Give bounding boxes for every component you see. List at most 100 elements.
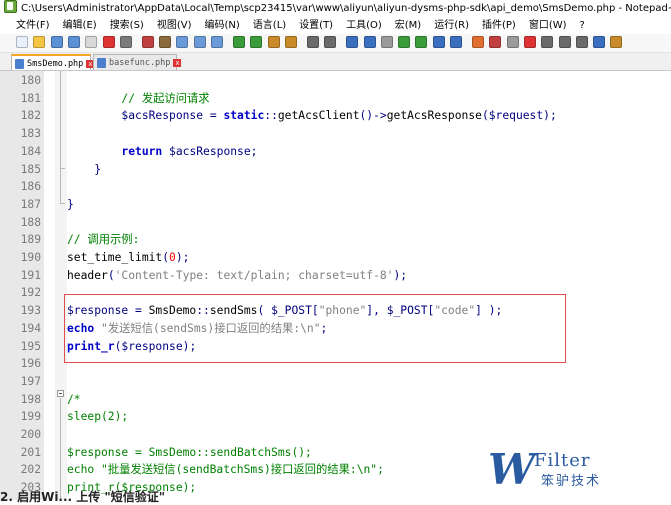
file-icon <box>97 58 106 68</box>
code-token: "code" <box>434 304 476 318</box>
code-token: ( <box>162 251 170 264</box>
menu-item[interactable]: 编辑(E) <box>63 17 97 34</box>
tab-smsdemo[interactable]: SmsDemo.php x <box>11 54 95 70</box>
close-all-icon[interactable] <box>102 36 115 48</box>
line-number: 201 <box>20 445 41 459</box>
line-number: 189 <box>20 233 41 247</box>
line-number: 202 <box>20 463 41 477</box>
code-token: getAcsClient <box>277 109 360 123</box>
tab-label: SmsDemo.php <box>27 59 84 69</box>
new-file-icon[interactable] <box>16 36 28 48</box>
replace-icon[interactable] <box>250 36 263 48</box>
code-token: = <box>128 304 149 318</box>
line-number: 199 <box>20 410 41 424</box>
play-macro-icon[interactable] <box>523 36 536 48</box>
line-number: 196 <box>20 357 41 371</box>
cut-icon[interactable] <box>141 36 154 48</box>
copy-icon[interactable] <box>159 36 172 48</box>
spellcheck-icon[interactable] <box>575 36 588 48</box>
code-text: } <box>67 196 74 214</box>
code-token: } <box>94 162 102 176</box>
menu-item[interactable]: 运行(R) <box>434 17 469 34</box>
line-number: 188 <box>20 215 41 229</box>
menu-item[interactable]: 编码(N) <box>205 17 240 34</box>
menu-item[interactable]: 工具(O) <box>346 17 382 34</box>
menu-item[interactable]: 搜索(S) <box>110 17 144 34</box>
code-token: 'Content-Type: text/plain; charset=utf-8… <box>114 268 394 282</box>
zoom-in-icon[interactable] <box>267 36 280 48</box>
menu-item[interactable]: 设置(T) <box>299 17 333 34</box>
code-token: ; <box>250 144 258 158</box>
folder-workspace-icon[interactable] <box>450 36 462 48</box>
code-token: [ <box>311 304 319 318</box>
run-macro-icon[interactable] <box>541 36 554 48</box>
code-line: 192 <box>0 284 671 302</box>
indent-guide-icon[interactable] <box>380 36 393 48</box>
find-icon[interactable] <box>233 36 245 48</box>
code-text: return $acsResponse; <box>67 143 257 161</box>
file-icon <box>15 59 24 69</box>
code-line: 188 <box>0 214 671 232</box>
code-token: ); <box>393 268 408 282</box>
code-editor[interactable]: 180 181 // 发起访问请求 182 $acsResponse = stati… <box>0 71 671 500</box>
code-token: print_r <box>67 339 115 353</box>
code-token: $response = SmsDemo::sendBatchSms(); <box>67 445 312 459</box>
save-icon[interactable] <box>50 36 63 48</box>
stop-macro-icon[interactable] <box>506 36 519 48</box>
show-all-chars-icon[interactable] <box>363 36 376 48</box>
line-number: 197 <box>20 374 41 388</box>
line-number: 186 <box>20 180 41 194</box>
code-line: 195 print_r($response); <box>0 338 671 356</box>
title-bar: C:\Users\Administrator\AppData\Local\Tem… <box>0 0 671 17</box>
line-number: 191 <box>20 268 41 282</box>
doc-map-icon[interactable] <box>415 36 428 48</box>
tab-basefunc[interactable]: basefunc.php x <box>93 54 182 70</box>
paste-icon[interactable] <box>176 36 189 48</box>
word-wrap-icon[interactable] <box>346 36 359 48</box>
code-line: 198 /* <box>0 391 671 409</box>
line-number: 180 <box>20 74 41 87</box>
code-token: // 发起访问请求 <box>121 91 210 105</box>
menu-item[interactable]: ? <box>580 17 585 34</box>
undo-icon[interactable] <box>193 36 206 48</box>
watermark-name: Filter <box>534 450 591 471</box>
close-tab-icon[interactable]: x <box>173 59 182 67</box>
compare-icon[interactable] <box>593 36 606 48</box>
code-line: 199 sleep(2); <box>0 408 671 426</box>
sync-h-icon[interactable] <box>324 36 337 48</box>
menu-item[interactable]: 宏(M) <box>395 17 421 34</box>
lang-icon[interactable] <box>398 36 411 48</box>
code-token: ); <box>175 251 190 264</box>
code-token: $acsResponse <box>121 109 204 123</box>
function-list-icon[interactable] <box>432 36 445 48</box>
menu-item[interactable]: 文件(F) <box>16 17 50 34</box>
record-macro-icon[interactable] <box>489 36 502 48</box>
code-token: ()-> <box>359 109 387 123</box>
code-text: echo "发送短信(sendSms)接口返回的结果:\n"; <box>67 320 327 338</box>
monitor-icon[interactable] <box>472 36 484 48</box>
save-macro-icon[interactable] <box>558 36 571 48</box>
menu-item[interactable]: 插件(P) <box>482 17 516 34</box>
print-icon[interactable] <box>119 36 132 48</box>
open-file-icon[interactable] <box>33 36 46 48</box>
code-token: return <box>121 144 163 158</box>
menu-item[interactable]: 语言(L) <box>253 17 286 34</box>
code-line: 193 $response = SmsDemo::sendSms( $_POST[… <box>0 302 671 320</box>
redo-icon[interactable] <box>211 36 223 48</box>
sync-v-icon[interactable] <box>306 36 319 48</box>
watermark-subtitle: 笨驴技术 <box>541 474 602 489</box>
menu-item[interactable]: 视图(V) <box>157 17 192 34</box>
unknown-icon[interactable] <box>610 36 623 48</box>
menu-item[interactable]: 窗口(W) <box>529 17 567 34</box>
zoom-out-icon[interactable] <box>284 36 297 48</box>
code-text: set_time_limit(0); <box>67 249 189 267</box>
code-token: ], <box>366 304 387 318</box>
save-all-icon[interactable] <box>67 36 80 48</box>
close-icon[interactable] <box>85 36 98 48</box>
code-token: ); <box>182 339 197 353</box>
code-token: $response <box>67 304 129 318</box>
tab-label: basefunc.php <box>109 58 171 68</box>
code-line: 191 header('Content-Type: text/plain; cha… <box>0 267 671 285</box>
